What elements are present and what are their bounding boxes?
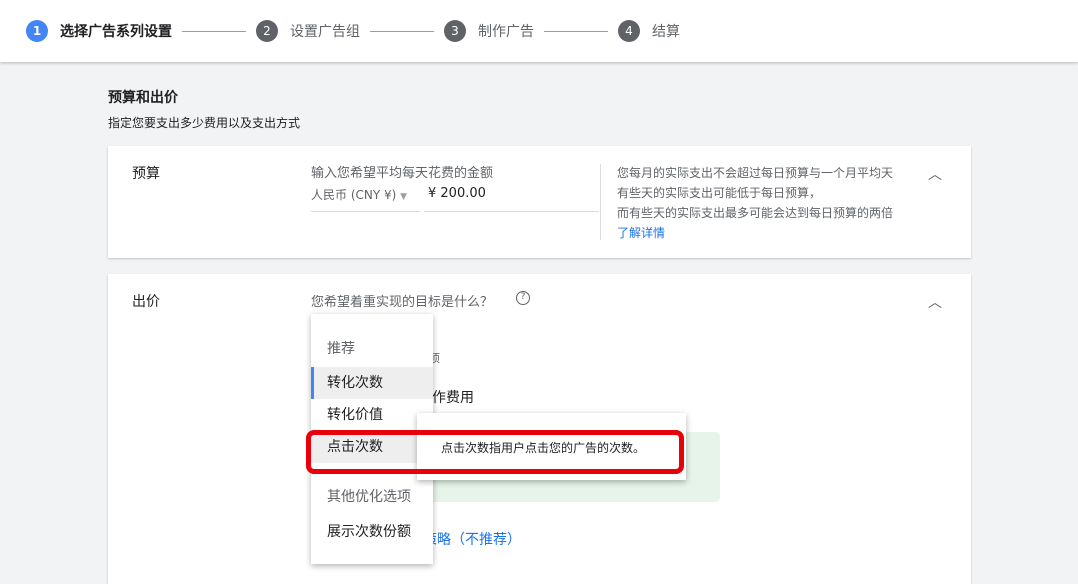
budget-prompt: 输入您希望平均每天花费的金额 xyxy=(311,162,493,181)
currency-select[interactable]: 人民币 (CNY ¥) ▼ xyxy=(311,186,421,212)
menu-group-other: 其他优化选项 xyxy=(311,481,433,513)
highlight-annotation xyxy=(306,430,684,474)
stepper-header: 1选择广告系列设置 2设置广告组 3制作广告 4结算 xyxy=(0,0,1078,62)
help-icon[interactable]: ? xyxy=(516,291,530,305)
menu-group-recommended: 推荐 xyxy=(311,333,433,365)
step-divider xyxy=(544,31,608,32)
section-subtitle: 指定您要支出多少费用以及支出方式 xyxy=(108,114,300,131)
step-3[interactable]: 3制作广告 xyxy=(444,20,534,42)
strategy-link[interactable]: 策略（不推荐） xyxy=(423,529,521,549)
budget-label: 预算 xyxy=(132,163,160,183)
menu-item-conversions[interactable]: 转化次数 xyxy=(311,367,433,399)
menu-item-conversion-value[interactable]: 转化价值 xyxy=(311,399,433,431)
collapse-chevron-up-icon[interactable]: ︿ xyxy=(928,164,942,184)
step-divider xyxy=(182,31,246,32)
bidding-label: 出价 xyxy=(132,291,160,311)
divider xyxy=(600,164,601,240)
step-1[interactable]: 1选择广告系列设置 xyxy=(26,20,172,42)
learn-more-link[interactable]: 了解详情 xyxy=(617,223,907,243)
budget-card: 预算 输入您希望平均每天花费的金额 人民币 (CNY ¥) ▼ ¥ 200.00… xyxy=(108,146,971,258)
step-divider xyxy=(370,31,434,32)
step-2[interactable]: 2设置广告组 xyxy=(256,20,360,42)
dropdown-arrow-icon: ▼ xyxy=(400,192,407,202)
budget-info: 您每月的实际支出不会超过每日预算与一个月平均天 有些天的实际支出可能低于每日预算… xyxy=(617,163,907,243)
bidding-question: 您希望着重实现的目标是什么？ xyxy=(311,291,493,310)
section-title: 预算和出价 xyxy=(108,87,178,107)
collapse-chevron-up-icon[interactable]: ︿ xyxy=(928,292,942,312)
budget-amount-input[interactable]: ¥ 200.00 xyxy=(424,186,599,212)
step-4[interactable]: 4结算 xyxy=(618,20,680,42)
menu-item-impression-share[interactable]: 展示次数份额 xyxy=(311,516,433,548)
